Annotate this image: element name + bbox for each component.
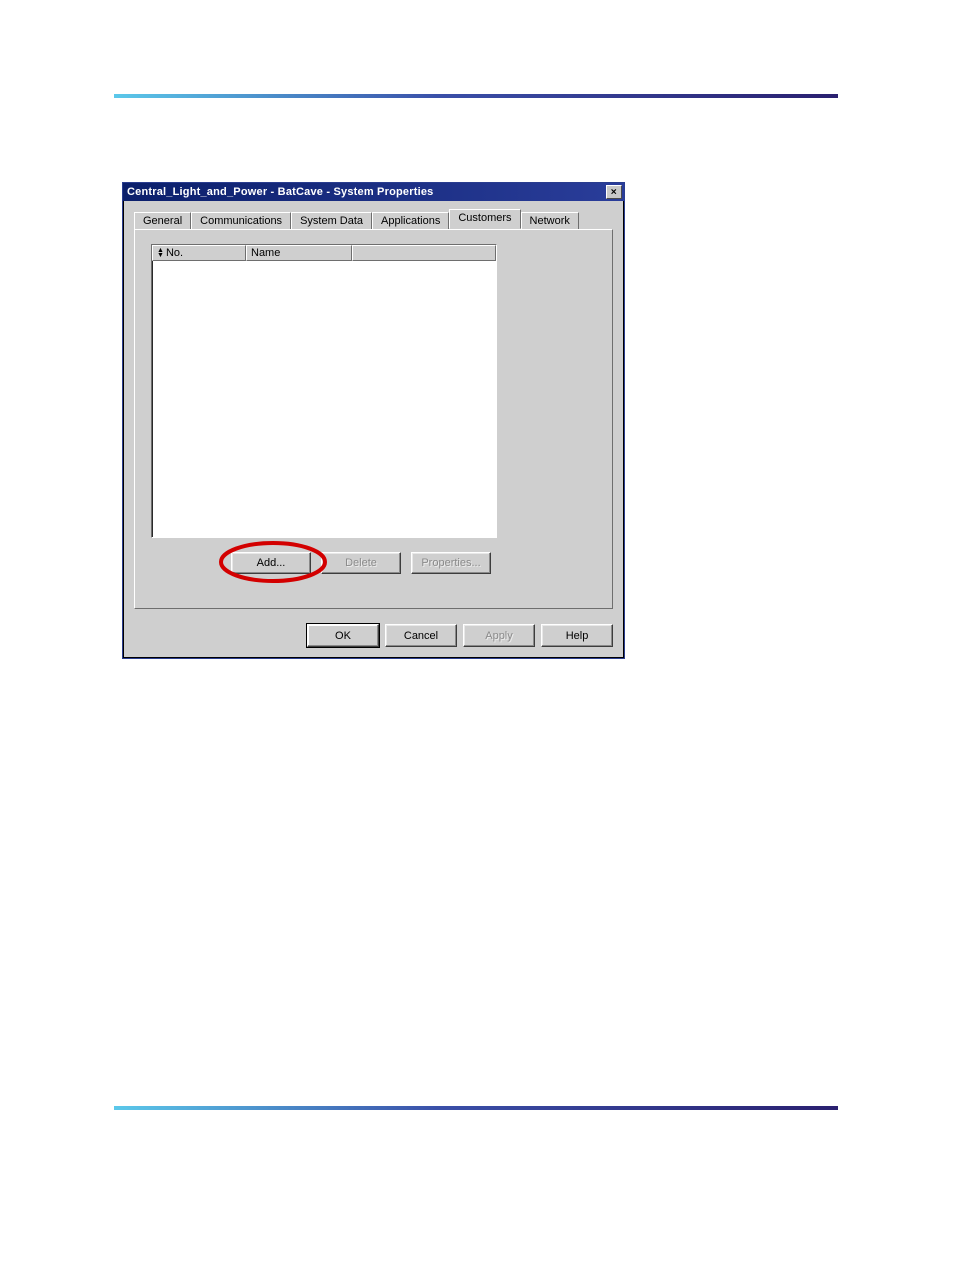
bottom-divider bbox=[114, 1106, 838, 1110]
tab-general[interactable]: General bbox=[134, 212, 191, 230]
properties-button: Properties... bbox=[411, 552, 491, 574]
column-header-no-label: No. bbox=[166, 247, 183, 259]
tab-communications[interactable]: Communications bbox=[191, 212, 291, 230]
tab-applications[interactable]: Applications bbox=[372, 212, 449, 230]
customers-list[interactable]: No. Name bbox=[151, 244, 497, 538]
column-header-blank[interactable] bbox=[352, 245, 496, 261]
window-title: Central_Light_and_Power - BatCave - Syst… bbox=[127, 186, 604, 198]
panel-buttons: Add... Delete Properties... bbox=[231, 552, 491, 574]
delete-button: Delete bbox=[321, 552, 401, 574]
column-header-no[interactable]: No. bbox=[152, 245, 246, 261]
cancel-button[interactable]: Cancel bbox=[385, 624, 457, 647]
tab-strip: General Communications System Data Appli… bbox=[134, 209, 579, 229]
sort-icon bbox=[157, 247, 164, 259]
ok-button[interactable]: OK bbox=[307, 624, 379, 647]
tab-panel-customers: No. Name Add... Delete Properties... bbox=[134, 229, 613, 609]
close-icon[interactable] bbox=[606, 185, 622, 199]
tab-system-data[interactable]: System Data bbox=[291, 212, 372, 230]
column-header-name-label: Name bbox=[251, 247, 280, 259]
tab-network[interactable]: Network bbox=[521, 212, 579, 230]
client-area: General Communications System Data Appli… bbox=[124, 201, 623, 657]
list-header: No. Name bbox=[152, 245, 496, 261]
system-properties-window: Central_Light_and_Power - BatCave - Syst… bbox=[122, 182, 625, 659]
add-button[interactable]: Add... bbox=[231, 552, 311, 574]
tab-customers[interactable]: Customers bbox=[449, 209, 520, 229]
top-divider bbox=[114, 94, 838, 98]
dialog-buttons: OK Cancel Apply Help bbox=[307, 624, 613, 647]
help-button[interactable]: Help bbox=[541, 624, 613, 647]
titlebar[interactable]: Central_Light_and_Power - BatCave - Syst… bbox=[123, 183, 624, 201]
column-header-name[interactable]: Name bbox=[246, 245, 352, 261]
apply-button: Apply bbox=[463, 624, 535, 647]
